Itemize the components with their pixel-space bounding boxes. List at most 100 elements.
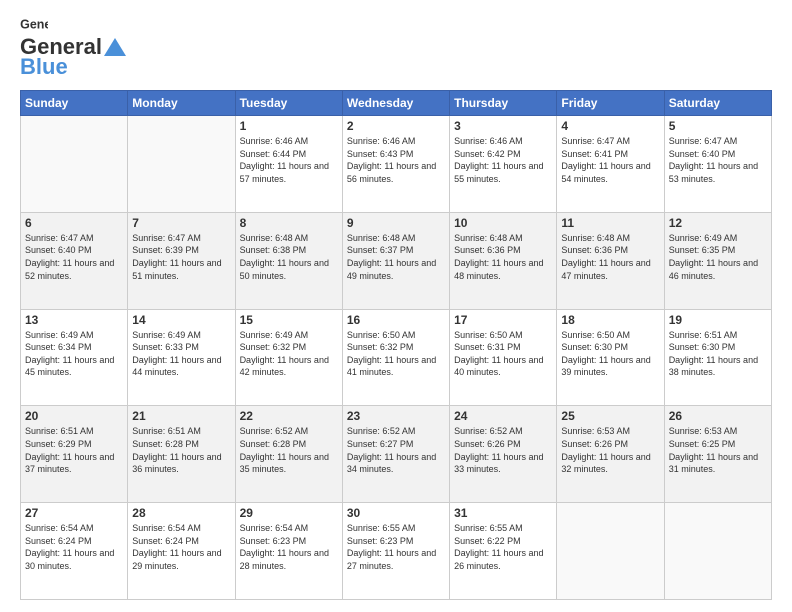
svg-text:General: General <box>20 17 48 31</box>
calendar-day-cell: 12 Sunrise: 6:49 AM Sunset: 6:35 PM Dayli… <box>664 212 771 309</box>
day-info: Sunrise: 6:49 AM Sunset: 6:34 PM Dayligh… <box>25 329 123 379</box>
day-number: 6 <box>25 216 123 230</box>
day-info: Sunrise: 6:52 AM Sunset: 6:27 PM Dayligh… <box>347 425 445 475</box>
day-info: Sunrise: 6:49 AM Sunset: 6:33 PM Dayligh… <box>132 329 230 379</box>
calendar-day-cell: 29 Sunrise: 6:54 AM Sunset: 6:23 PM Dayli… <box>235 503 342 600</box>
calendar-week-row: 27 Sunrise: 6:54 AM Sunset: 6:24 PM Dayli… <box>21 503 772 600</box>
day-info: Sunrise: 6:50 AM Sunset: 6:30 PM Dayligh… <box>561 329 659 379</box>
day-info: Sunrise: 6:46 AM Sunset: 6:43 PM Dayligh… <box>347 135 445 185</box>
day-number: 20 <box>25 409 123 423</box>
calendar-day-cell: 1 Sunrise: 6:46 AM Sunset: 6:44 PM Daylig… <box>235 116 342 213</box>
calendar-week-row: 1 Sunrise: 6:46 AM Sunset: 6:44 PM Daylig… <box>21 116 772 213</box>
logo-triangle-icon <box>104 36 126 58</box>
calendar-day-cell: 18Sunrise: 6:50 AM Sunset: 6:30 PM Dayli… <box>557 309 664 406</box>
day-number: 25 <box>561 409 659 423</box>
day-number: 17 <box>454 313 552 327</box>
logo-blue: Blue <box>20 54 68 80</box>
calendar-day-cell: 27 Sunrise: 6:54 AM Sunset: 6:24 PM Dayli… <box>21 503 128 600</box>
day-info: Sunrise: 6:53 AM Sunset: 6:26 PM Dayligh… <box>561 425 659 475</box>
calendar-day-cell: 9 Sunrise: 6:48 AM Sunset: 6:37 PM Daylig… <box>342 212 449 309</box>
day-number: 19 <box>669 313 767 327</box>
day-number: 23 <box>347 409 445 423</box>
day-info: Sunrise: 6:47 AM Sunset: 6:41 PM Dayligh… <box>561 135 659 185</box>
logo: General General Blue <box>20 16 126 80</box>
calendar-day-cell: 16 Sunrise: 6:50 AM Sunset: 6:32 PM Dayli… <box>342 309 449 406</box>
day-info: Sunrise: 6:53 AM Sunset: 6:25 PM Dayligh… <box>669 425 767 475</box>
weekday-header-sunday: Sunday <box>21 91 128 116</box>
day-info: Sunrise: 6:47 AM Sunset: 6:40 PM Dayligh… <box>669 135 767 185</box>
calendar-day-cell: 3 Sunrise: 6:46 AM Sunset: 6:42 PM Daylig… <box>450 116 557 213</box>
day-info: Sunrise: 6:55 AM Sunset: 6:22 PM Dayligh… <box>454 522 552 572</box>
calendar-day-cell: 30 Sunrise: 6:55 AM Sunset: 6:23 PM Dayli… <box>342 503 449 600</box>
day-number: 22 <box>240 409 338 423</box>
day-info: Sunrise: 6:51 AM Sunset: 6:28 PM Dayligh… <box>132 425 230 475</box>
day-number: 8 <box>240 216 338 230</box>
day-info: Sunrise: 6:50 AM Sunset: 6:31 PM Dayligh… <box>454 329 552 379</box>
day-number: 13 <box>25 313 123 327</box>
day-info: Sunrise: 6:49 AM Sunset: 6:32 PM Dayligh… <box>240 329 338 379</box>
calendar-day-cell: 7 Sunrise: 6:47 AM Sunset: 6:39 PM Daylig… <box>128 212 235 309</box>
calendar-day-cell: 5 Sunrise: 6:47 AM Sunset: 6:40 PM Daylig… <box>664 116 771 213</box>
day-info: Sunrise: 6:48 AM Sunset: 6:36 PM Dayligh… <box>561 232 659 282</box>
day-number: 1 <box>240 119 338 133</box>
day-info: Sunrise: 6:47 AM Sunset: 6:39 PM Dayligh… <box>132 232 230 282</box>
day-number: 2 <box>347 119 445 133</box>
day-info: Sunrise: 6:51 AM Sunset: 6:29 PM Dayligh… <box>25 425 123 475</box>
calendar-day-cell <box>557 503 664 600</box>
weekday-header-monday: Monday <box>128 91 235 116</box>
calendar-week-row: 6 Sunrise: 6:47 AM Sunset: 6:40 PM Daylig… <box>21 212 772 309</box>
day-number: 27 <box>25 506 123 520</box>
weekday-header-wednesday: Wednesday <box>342 91 449 116</box>
calendar-day-cell: 25 Sunrise: 6:53 AM Sunset: 6:26 PM Dayli… <box>557 406 664 503</box>
day-number: 3 <box>454 119 552 133</box>
day-number: 16 <box>347 313 445 327</box>
calendar-day-cell: 6 Sunrise: 6:47 AM Sunset: 6:40 PM Daylig… <box>21 212 128 309</box>
calendar-day-cell <box>128 116 235 213</box>
weekday-header-friday: Friday <box>557 91 664 116</box>
calendar-day-cell <box>664 503 771 600</box>
day-info: Sunrise: 6:46 AM Sunset: 6:44 PM Dayligh… <box>240 135 338 185</box>
calendar-day-cell: 20 Sunrise: 6:51 AM Sunset: 6:29 PM Dayli… <box>21 406 128 503</box>
calendar-day-cell: 17 Sunrise: 6:50 AM Sunset: 6:31 PM Dayli… <box>450 309 557 406</box>
day-number: 30 <box>347 506 445 520</box>
calendar-day-cell: 14 Sunrise: 6:49 AM Sunset: 6:33 PM Dayli… <box>128 309 235 406</box>
day-info: Sunrise: 6:55 AM Sunset: 6:23 PM Dayligh… <box>347 522 445 572</box>
day-number: 7 <box>132 216 230 230</box>
calendar-day-cell: 13 Sunrise: 6:49 AM Sunset: 6:34 PM Dayli… <box>21 309 128 406</box>
calendar-day-cell: 2 Sunrise: 6:46 AM Sunset: 6:43 PM Daylig… <box>342 116 449 213</box>
weekday-header-saturday: Saturday <box>664 91 771 116</box>
day-number: 31 <box>454 506 552 520</box>
day-info: Sunrise: 6:47 AM Sunset: 6:40 PM Dayligh… <box>25 232 123 282</box>
day-info: Sunrise: 6:54 AM Sunset: 6:24 PM Dayligh… <box>25 522 123 572</box>
calendar-day-cell <box>21 116 128 213</box>
day-info: Sunrise: 6:50 AM Sunset: 6:32 PM Dayligh… <box>347 329 445 379</box>
calendar-week-row: 13 Sunrise: 6:49 AM Sunset: 6:34 PM Dayli… <box>21 309 772 406</box>
header: General General Blue <box>20 16 772 80</box>
calendar-day-cell: 31 Sunrise: 6:55 AM Sunset: 6:22 PM Dayli… <box>450 503 557 600</box>
logo-icon: General <box>20 16 48 34</box>
day-number: 14 <box>132 313 230 327</box>
day-number: 29 <box>240 506 338 520</box>
weekday-header-tuesday: Tuesday <box>235 91 342 116</box>
day-info: Sunrise: 6:48 AM Sunset: 6:37 PM Dayligh… <box>347 232 445 282</box>
day-info: Sunrise: 6:48 AM Sunset: 6:36 PM Dayligh… <box>454 232 552 282</box>
page: General General Blue SundayMondayTuesday… <box>0 0 792 612</box>
calendar-day-cell: 21 Sunrise: 6:51 AM Sunset: 6:28 PM Dayli… <box>128 406 235 503</box>
day-info: Sunrise: 6:46 AM Sunset: 6:42 PM Dayligh… <box>454 135 552 185</box>
day-info: Sunrise: 6:54 AM Sunset: 6:23 PM Dayligh… <box>240 522 338 572</box>
calendar-day-cell: 28Sunrise: 6:54 AM Sunset: 6:24 PM Dayli… <box>128 503 235 600</box>
day-number: 9 <box>347 216 445 230</box>
day-number: 21 <box>132 409 230 423</box>
day-info: Sunrise: 6:49 AM Sunset: 6:35 PM Dayligh… <box>669 232 767 282</box>
day-number: 15 <box>240 313 338 327</box>
day-info: Sunrise: 6:54 AM Sunset: 6:24 PM Dayligh… <box>132 522 230 572</box>
calendar-day-cell: 4Sunrise: 6:47 AM Sunset: 6:41 PM Daylig… <box>557 116 664 213</box>
day-number: 12 <box>669 216 767 230</box>
day-number: 24 <box>454 409 552 423</box>
day-number: 5 <box>669 119 767 133</box>
weekday-header-thursday: Thursday <box>450 91 557 116</box>
weekday-header-row: SundayMondayTuesdayWednesdayThursdayFrid… <box>21 91 772 116</box>
calendar-day-cell: 23 Sunrise: 6:52 AM Sunset: 6:27 PM Dayli… <box>342 406 449 503</box>
day-number: 10 <box>454 216 552 230</box>
calendar-day-cell: 24Sunrise: 6:52 AM Sunset: 6:26 PM Dayli… <box>450 406 557 503</box>
